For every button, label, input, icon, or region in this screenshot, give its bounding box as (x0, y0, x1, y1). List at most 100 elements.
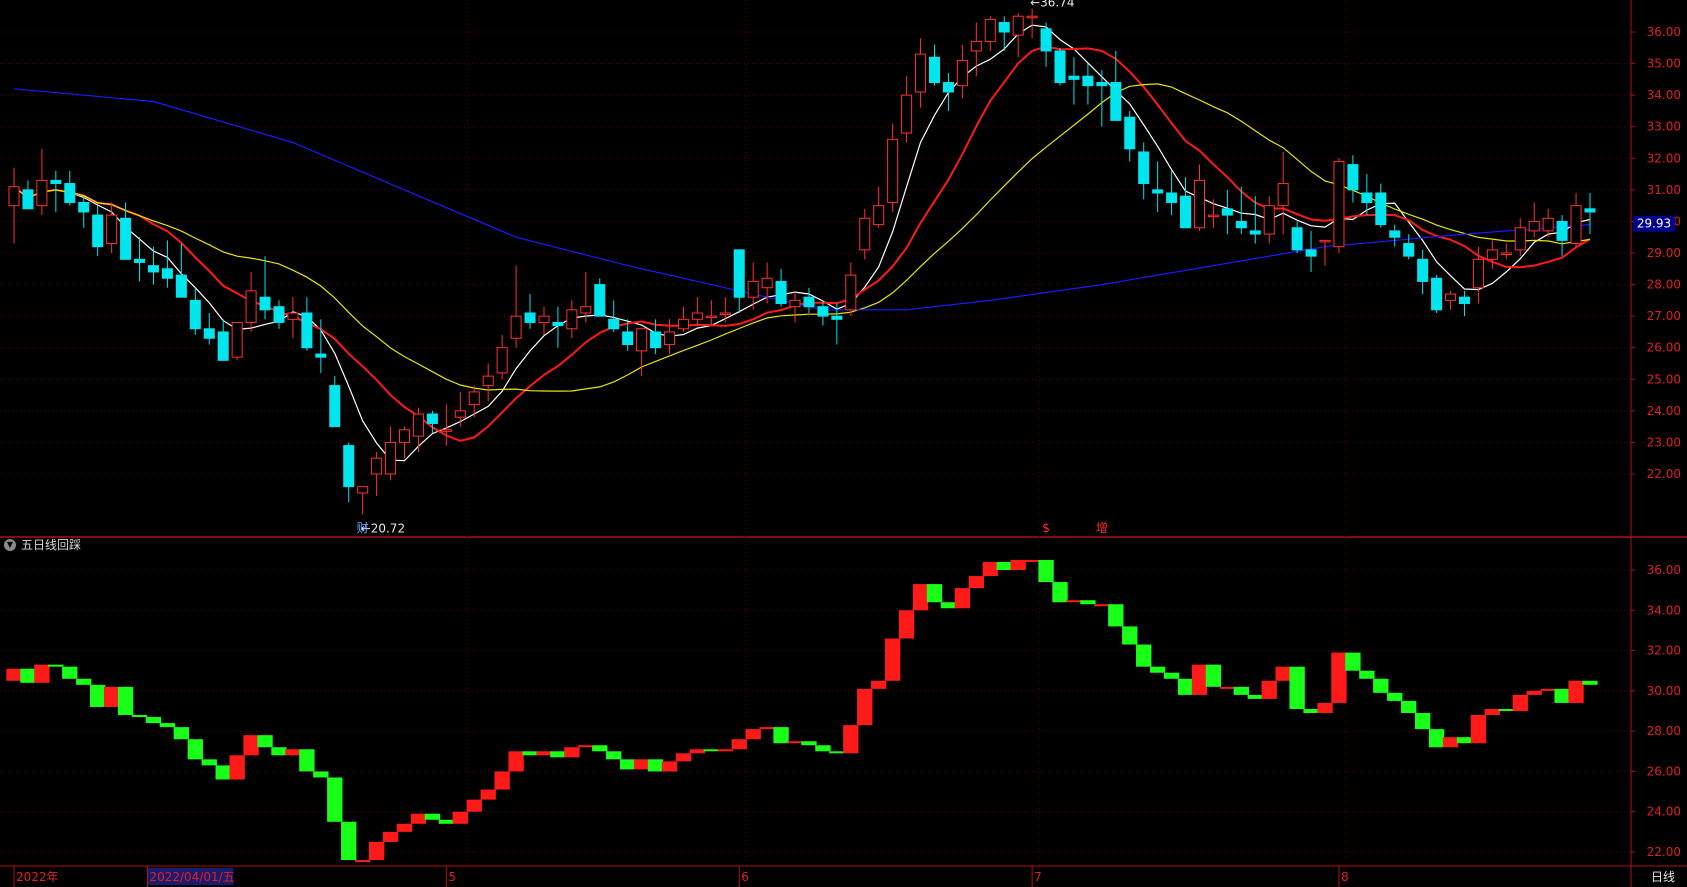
indicator-box[interactable] (243, 735, 259, 756)
candle-body[interactable] (1389, 230, 1401, 238)
candle-body[interactable] (1221, 208, 1233, 216)
candle-body[interactable] (887, 138, 899, 203)
indicator-box[interactable] (940, 602, 957, 609)
candle-body[interactable] (1263, 205, 1275, 235)
indicator-box[interactable] (410, 813, 427, 824)
indicator-box[interactable] (815, 745, 831, 752)
indicator-box[interactable] (661, 761, 678, 772)
indicator-box[interactable] (912, 584, 929, 611)
candle-body[interactable] (64, 183, 76, 203)
indicator-box[interactable] (606, 751, 622, 760)
candle-body[interactable] (747, 280, 759, 298)
candle-body[interactable] (301, 312, 313, 349)
indicator-box[interactable] (34, 664, 50, 683)
candle-body[interactable] (357, 486, 369, 494)
candle-body[interactable] (677, 318, 689, 330)
candle-body[interactable] (273, 306, 285, 323)
candle-body[interactable] (775, 280, 787, 305)
indicator-box[interactable] (1136, 644, 1152, 667)
indicator-box[interactable] (536, 751, 552, 756)
indicator-box[interactable] (619, 759, 636, 770)
candle-body[interactable] (50, 179, 62, 185)
indicator-box[interactable] (1094, 604, 1110, 607)
candle-body[interactable] (1040, 28, 1052, 52)
indicator-box[interactable] (494, 771, 510, 790)
indicator-box[interactable] (829, 751, 845, 754)
indicator-box[interactable] (103, 686, 120, 707)
indicator-box[interactable] (438, 819, 455, 824)
indicator-box[interactable] (396, 823, 413, 832)
indicator-box[interactable] (1470, 715, 1487, 744)
candle-body[interactable] (1124, 116, 1136, 150)
indicator-box[interactable] (759, 727, 775, 730)
candle-body[interactable] (1319, 239, 1331, 243)
candle-body[interactable] (329, 385, 341, 428)
indicator-box[interactable] (62, 666, 78, 679)
candle-body[interactable] (1277, 183, 1289, 207)
indicator-box[interactable] (522, 751, 538, 756)
indicator-box[interactable] (1261, 680, 1277, 699)
indicator-box[interactable] (48, 664, 64, 667)
candle-body[interactable] (901, 94, 913, 134)
candle-body[interactable] (705, 315, 717, 319)
indicator-box[interactable] (857, 688, 873, 726)
candle-body[interactable] (203, 328, 215, 339)
indicator-box[interactable] (787, 741, 803, 744)
candle-body[interactable] (371, 457, 383, 475)
indicator-box[interactable] (131, 715, 148, 718)
candle-body[interactable] (1486, 249, 1498, 260)
candle-body[interactable] (1026, 15, 1038, 19)
indicator-box[interactable] (1066, 600, 1082, 603)
indicator-box[interactable] (1233, 686, 1249, 695)
indicator-box[interactable] (1010, 559, 1026, 570)
indicator-box[interactable] (1484, 708, 1501, 716)
candle-body[interactable] (1528, 220, 1540, 232)
candle-body[interactable] (636, 328, 648, 352)
indicator-box[interactable] (452, 811, 468, 824)
candle-body[interactable] (1249, 230, 1261, 235)
indicator-box[interactable] (1512, 694, 1528, 711)
candle-body[interactable] (161, 268, 173, 279)
candle-body[interactable] (315, 353, 327, 358)
candle-body[interactable] (1082, 75, 1094, 87)
indicator-box[interactable] (145, 717, 162, 724)
indicator-box[interactable] (578, 745, 594, 748)
indicator-box[interactable] (201, 759, 217, 766)
candle-body[interactable] (440, 429, 452, 432)
indicator-box[interactable] (647, 759, 664, 772)
indicator-box[interactable] (355, 860, 371, 863)
indicator-box[interactable] (745, 729, 761, 740)
indicator-box[interactable] (299, 749, 315, 772)
candle-body[interactable] (970, 40, 982, 52)
indicator-box[interactable] (564, 747, 580, 758)
indicator-box[interactable] (926, 584, 943, 603)
indicator-box[interactable] (1554, 688, 1570, 703)
candle-body[interactable] (1166, 192, 1178, 203)
indicator-box[interactable] (20, 668, 36, 683)
candle-body[interactable] (496, 347, 508, 374)
indicator-box[interactable] (731, 739, 747, 750)
candle-body[interactable] (468, 391, 480, 406)
indicator-box[interactable] (633, 759, 650, 770)
candle-body[interactable] (1361, 192, 1373, 203)
candle-body[interactable] (1445, 293, 1457, 301)
collapse-circle-icon[interactable]: ▼ (4, 538, 16, 551)
candle-body[interactable] (1570, 205, 1582, 245)
indicator-box[interactable] (1568, 680, 1584, 703)
indicator-box[interactable] (117, 686, 134, 716)
candle-body[interactable] (385, 441, 397, 475)
indicator-box[interactable] (1540, 688, 1556, 691)
candle-body[interactable] (650, 331, 662, 349)
indicator-box[interactable] (1428, 729, 1445, 748)
candle-body[interactable] (873, 205, 885, 226)
indicator-box[interactable] (968, 576, 985, 589)
indicator-box[interactable] (229, 755, 245, 780)
candle-body[interactable] (1514, 227, 1526, 251)
candle-body[interactable] (915, 53, 927, 93)
indicator-box[interactable] (1317, 702, 1333, 714)
indicator-box[interactable] (703, 749, 720, 752)
candle-body[interactable] (189, 299, 201, 330)
candle-body[interactable] (552, 321, 564, 327)
indicator-box[interactable] (257, 735, 273, 748)
candle-body[interactable] (1542, 217, 1554, 232)
